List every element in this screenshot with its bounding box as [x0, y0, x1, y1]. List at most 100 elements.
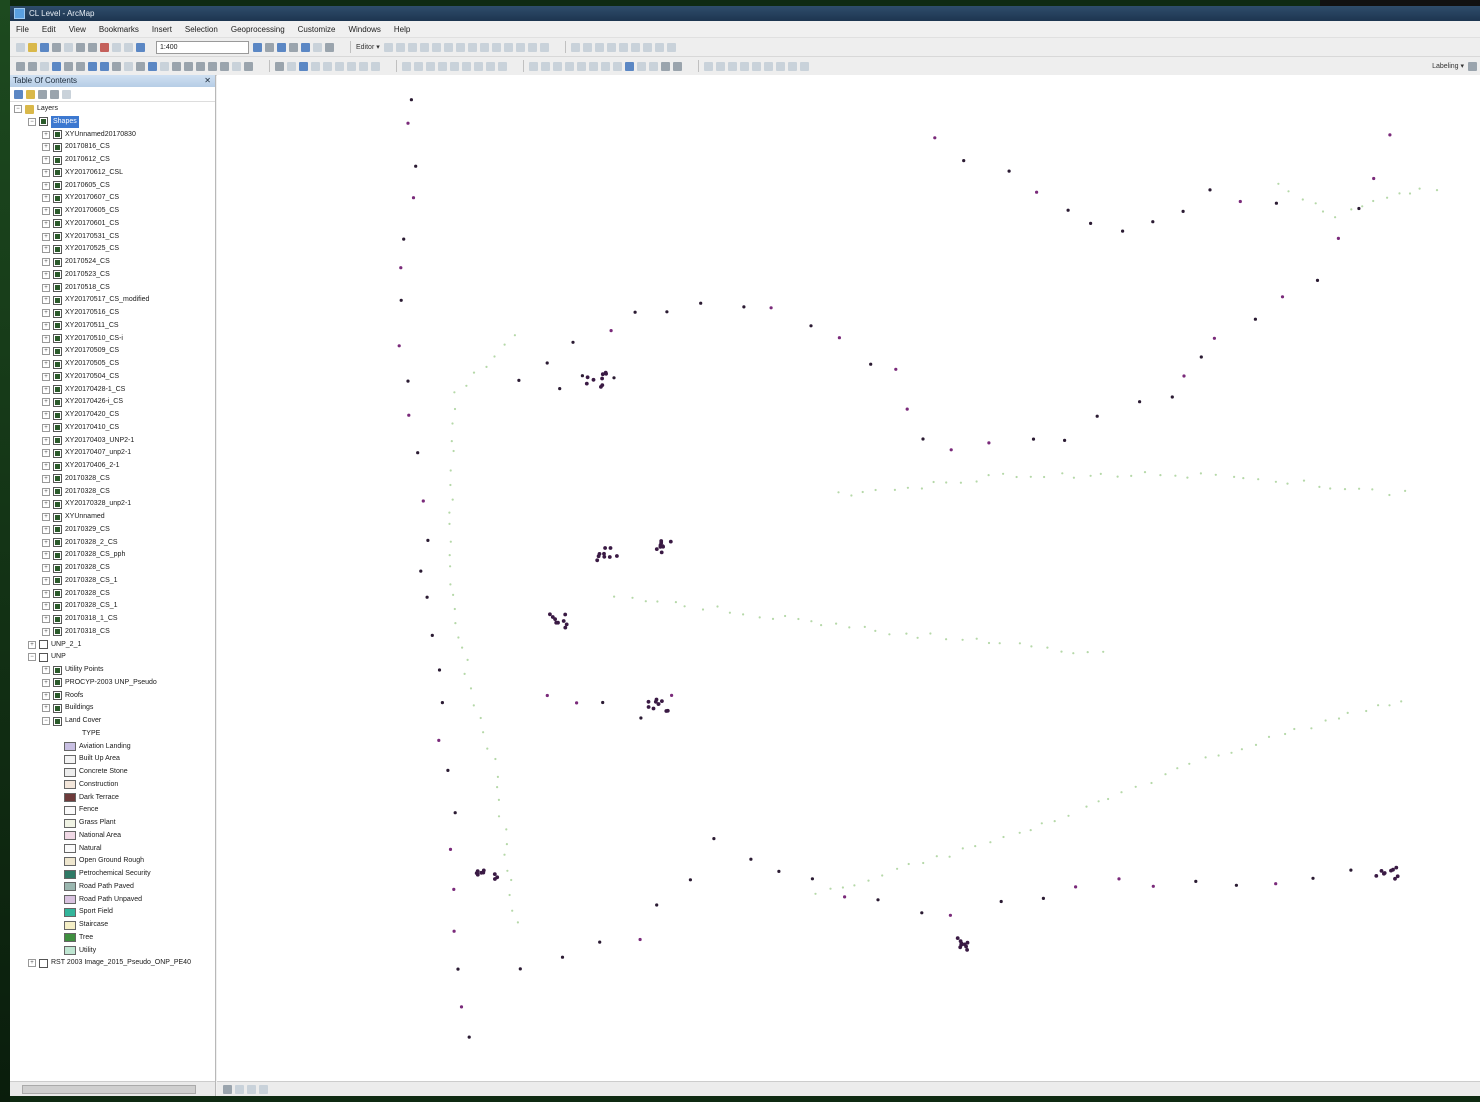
layer-visibility-checkbox[interactable] [53, 283, 62, 292]
map-point-feature[interactable] [399, 298, 403, 302]
menu-help[interactable]: Help [394, 25, 410, 34]
map-point-feature[interactable] [608, 546, 613, 550]
map-point-feature[interactable] [506, 869, 509, 872]
legend-class[interactable]: Sport Field [64, 906, 113, 918]
draw-fill-icon[interactable] [347, 61, 356, 71]
map-point-feature[interactable] [656, 702, 661, 706]
tree-layer[interactable]: + XY20170605_CS [42, 205, 119, 217]
map-point-feature[interactable] [1199, 355, 1203, 359]
menu-selection[interactable]: Selection [185, 25, 218, 34]
map-point-feature[interactable] [1095, 414, 1099, 418]
map-point-feature[interactable] [810, 877, 815, 881]
map-point-feature[interactable] [742, 613, 745, 616]
map-point-feature[interactable] [584, 381, 589, 386]
map-point-feature[interactable] [397, 344, 401, 348]
table-of-contents-icon[interactable] [265, 42, 274, 52]
tree-layer[interactable]: +20170518_CS [42, 282, 110, 294]
legend-swatch[interactable] [64, 844, 76, 853]
map-point-feature[interactable] [638, 937, 642, 942]
layer-visibility-checkbox[interactable] [53, 487, 62, 496]
map-point-feature[interactable] [920, 911, 924, 915]
map-point-feature[interactable] [771, 617, 775, 621]
map-point-feature[interactable] [961, 638, 964, 641]
map-point-feature[interactable] [1204, 756, 1207, 759]
expand-toggle[interactable]: + [42, 487, 50, 496]
map-point-feature[interactable] [496, 775, 499, 779]
menu-file[interactable]: File [16, 25, 29, 34]
map-point-feature[interactable] [881, 874, 884, 877]
map-point-feature[interactable] [600, 383, 605, 387]
legend-swatch[interactable] [64, 780, 76, 790]
layer-visibility-checkbox[interactable] [53, 257, 62, 267]
map-point-feature[interactable] [1040, 822, 1043, 825]
map-point-feature[interactable] [595, 558, 600, 563]
map-point-feature[interactable] [974, 845, 977, 848]
map-point-feature[interactable] [511, 909, 514, 912]
close-icon[interactable]: ✕ [204, 75, 211, 87]
expand-toggle[interactable]: − [28, 653, 36, 662]
tree-layer[interactable]: +20170612_CS [42, 154, 110, 166]
map-point-feature[interactable] [1018, 831, 1021, 834]
tree-layer[interactable]: +20170816_CS [42, 141, 110, 153]
map-point-feature[interactable] [1199, 472, 1202, 475]
map-point-feature[interactable] [1150, 781, 1153, 785]
map-point-feature[interactable] [1230, 751, 1233, 754]
map-point-feature[interactable] [659, 541, 664, 545]
tree-layer[interactable]: + XY20170504_CS [42, 371, 119, 383]
map-point-feature[interactable] [958, 945, 963, 950]
map-point-feature[interactable] [1408, 192, 1412, 195]
layer-visibility-checkbox[interactable] [53, 359, 62, 369]
expand-toggle[interactable]: + [42, 398, 50, 407]
map-point-feature[interactable] [463, 672, 466, 676]
map-point-feature[interactable] [701, 608, 705, 611]
map-point-feature[interactable] [475, 872, 480, 877]
tree-layer[interactable]: + XY20170510_CS-i [42, 333, 123, 345]
expand-toggle[interactable]: + [42, 462, 50, 470]
hyperlink-icon[interactable] [160, 61, 169, 71]
map-point-feature[interactable] [659, 550, 664, 555]
find-icon[interactable] [196, 61, 205, 71]
map-point-feature[interactable] [654, 697, 659, 702]
map-point-feature[interactable] [1267, 735, 1271, 739]
pan-icon[interactable] [40, 61, 49, 71]
legend-class[interactable]: Concrete Stone [64, 766, 128, 778]
tree-layer[interactable]: + XY20170612_CSL [42, 167, 123, 179]
tree-layer[interactable]: + Utility Points [42, 664, 104, 676]
map-point-feature[interactable] [399, 266, 403, 270]
map-point-feature[interactable] [1107, 797, 1110, 801]
map-point-feature[interactable] [929, 632, 932, 635]
expand-toggle[interactable]: + [42, 500, 50, 509]
legend-class[interactable]: Petrochemical Security [64, 868, 151, 880]
tree-layer[interactable]: +20170328_CS_pph [42, 549, 125, 561]
find-route-icon[interactable] [208, 61, 217, 71]
map-point-feature[interactable] [596, 554, 601, 559]
map-point-feature[interactable] [430, 633, 434, 638]
map-point-feature[interactable] [639, 716, 643, 720]
map-canvas[interactable] [217, 75, 1480, 1082]
map-point-feature[interactable] [965, 948, 969, 952]
map-point-feature[interactable] [1099, 472, 1102, 475]
map-point-feature[interactable] [728, 611, 731, 614]
map-point-feature[interactable] [922, 861, 925, 865]
georef-layer-icon[interactable] [529, 61, 538, 71]
cut-icon[interactable] [64, 42, 73, 52]
map-point-feature[interactable] [1346, 711, 1349, 715]
map-point-feature[interactable] [1212, 336, 1216, 340]
expand-toggle[interactable]: + [42, 283, 50, 292]
tree-layer[interactable]: + XY20170525_CS [42, 243, 119, 255]
map-point-feature[interactable] [1030, 645, 1033, 648]
map-point-feature[interactable] [784, 614, 787, 618]
tree-group-unp21[interactable]: + UNP_2_1 [28, 639, 81, 651]
expand-toggle[interactable]: + [42, 143, 50, 152]
map-point-feature[interactable] [1372, 199, 1375, 203]
map-point-feature[interactable] [874, 488, 877, 492]
expand-toggle[interactable]: + [42, 194, 50, 203]
map-point-feature[interactable] [411, 196, 416, 200]
tree-layer[interactable]: + XYUnnamed [42, 511, 105, 523]
editor-menu[interactable]: Editor ▾ [356, 43, 380, 51]
layer-visibility-checkbox[interactable] [53, 206, 62, 216]
map-point-feature[interactable] [548, 612, 552, 617]
tree-layer[interactable]: + XY20170403_UNP2-1 [42, 435, 134, 447]
draw-rectangle-icon[interactable] [287, 61, 296, 71]
legend-class[interactable]: Dark Terrace [64, 792, 119, 804]
